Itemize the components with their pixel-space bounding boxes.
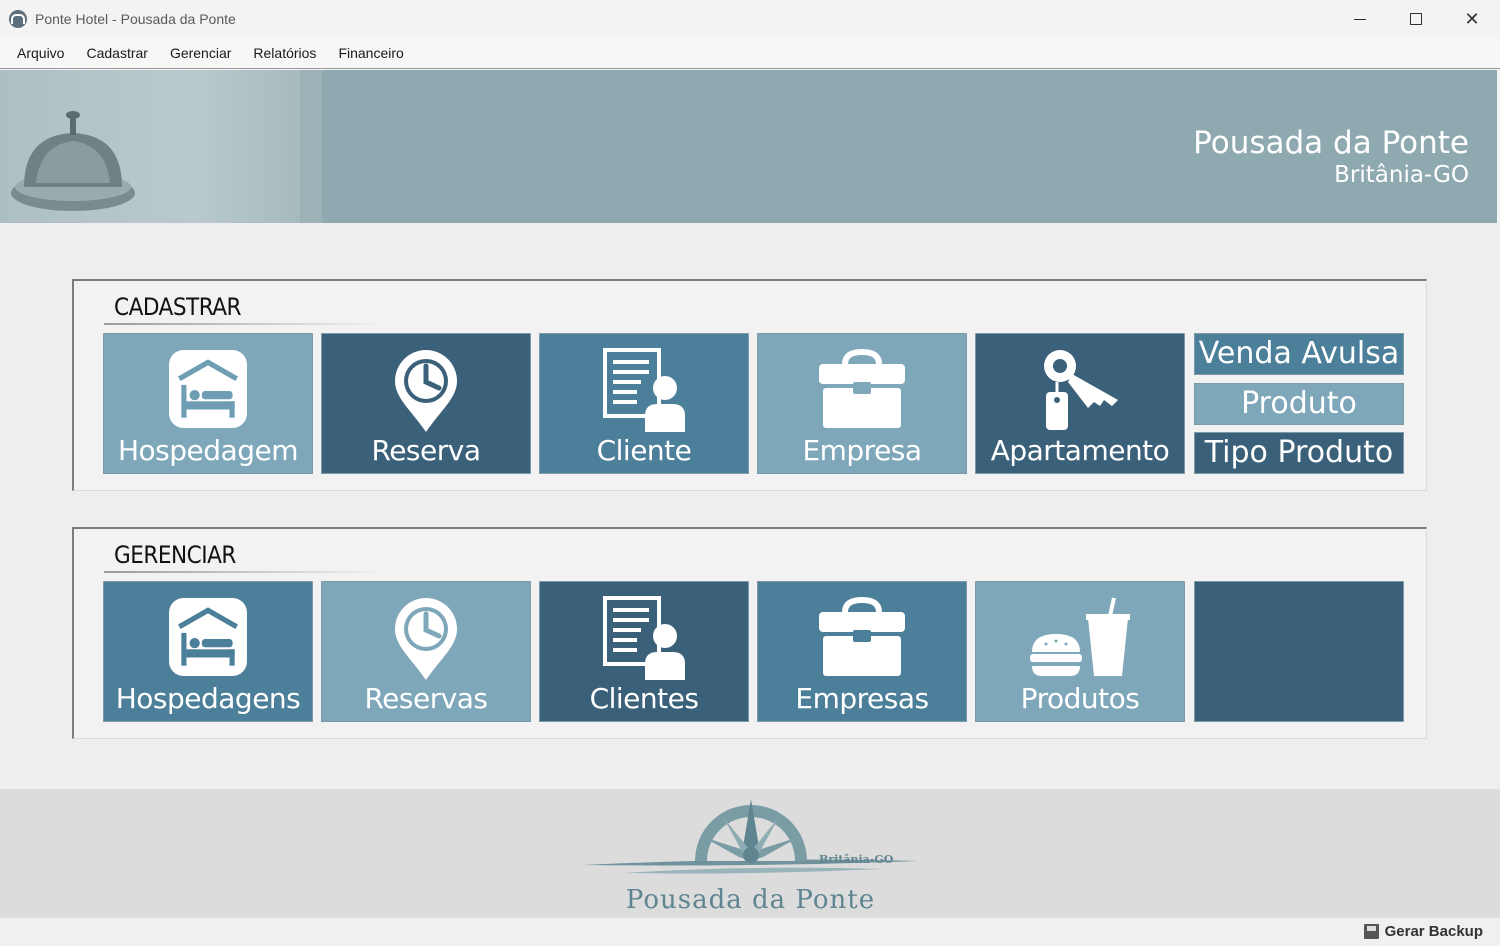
tile-produtos[interactable]: Produtos bbox=[975, 581, 1185, 722]
tile-reservas[interactable]: Reservas bbox=[321, 581, 531, 722]
briefcase-icon bbox=[819, 348, 905, 428]
briefcase-icon bbox=[819, 596, 905, 676]
pousada-logo: Britânia-GO Pousada da Ponte bbox=[583, 797, 918, 917]
key-icon bbox=[1044, 350, 1118, 430]
tile-label: Reserva bbox=[371, 434, 481, 467]
backup-label: Gerar Backup bbox=[1384, 923, 1483, 940]
tile-empresa[interactable]: Empresa bbox=[757, 333, 967, 474]
banner-photo bbox=[0, 70, 322, 223]
document-user-icon bbox=[603, 596, 685, 680]
clock-pin-icon bbox=[395, 350, 457, 432]
hotel-bell-icon bbox=[11, 111, 135, 211]
minimize-icon bbox=[1354, 18, 1366, 20]
tile-label: Apartamento bbox=[990, 434, 1170, 467]
tile-hospedagem[interactable]: Hospedagem bbox=[103, 333, 313, 474]
venda-avulsa-button[interactable]: Venda Avulsa bbox=[1194, 333, 1404, 375]
tile-clientes[interactable]: Clientes bbox=[539, 581, 749, 722]
tile-label: Produtos bbox=[1020, 682, 1140, 715]
minimize-button[interactable] bbox=[1332, 0, 1388, 38]
footer-logo-area: Britânia-GO Pousada da Ponte bbox=[0, 789, 1500, 918]
gerar-backup-button[interactable]: Gerar Backup bbox=[1363, 923, 1483, 940]
banner-city: Britânia-GO bbox=[1334, 162, 1469, 188]
tile-label: Hospedagem bbox=[118, 434, 298, 467]
tile-hospedagens[interactable]: Hospedagens bbox=[103, 581, 313, 722]
menu-gerenciar[interactable]: Gerenciar bbox=[159, 45, 242, 61]
tile-label: Empresas bbox=[795, 682, 929, 715]
tile-label: Reservas bbox=[364, 682, 488, 715]
tile-label: Empresa bbox=[802, 434, 922, 467]
cadastrar-title: CADASTRAR bbox=[114, 293, 242, 321]
menu-bar: Arquivo Cadastrar Gerenciar Relatórios F… bbox=[0, 38, 1500, 69]
tile-label: Hospedagens bbox=[115, 682, 301, 715]
compass-logo-icon bbox=[583, 799, 918, 874]
title-bar: Ponte Hotel - Pousada da Ponte ✕ bbox=[0, 0, 1500, 38]
tile-empty[interactable] bbox=[1194, 581, 1404, 722]
banner-title: Pousada da Ponte Britânia-GO bbox=[1193, 125, 1469, 189]
logo-name: Pousada da Ponte bbox=[625, 885, 876, 915]
banner-hotel-name: Pousada da Ponte bbox=[1193, 125, 1469, 161]
tile-apartamento[interactable]: Apartamento bbox=[975, 333, 1185, 474]
tile-label: Cliente bbox=[596, 434, 692, 467]
close-button[interactable]: ✕ bbox=[1444, 0, 1500, 38]
header-banner: Pousada da Ponte Britânia-GO bbox=[0, 70, 1497, 223]
status-bar: Gerar Backup bbox=[0, 918, 1500, 946]
menu-relatorios[interactable]: Relatórios bbox=[242, 45, 327, 61]
menu-financeiro[interactable]: Financeiro bbox=[327, 45, 414, 61]
close-icon: ✕ bbox=[1464, 8, 1480, 30]
produto-button[interactable]: Produto bbox=[1194, 383, 1404, 425]
save-disk-icon bbox=[1363, 924, 1379, 939]
menu-arquivo[interactable]: Arquivo bbox=[0, 45, 75, 61]
app-icon bbox=[9, 10, 27, 28]
bed-icon bbox=[169, 350, 247, 428]
maximize-button[interactable] bbox=[1388, 0, 1444, 38]
tile-cliente[interactable]: Cliente bbox=[539, 333, 749, 474]
tile-empresas[interactable]: Empresas bbox=[757, 581, 967, 722]
tile-reserva[interactable]: Reserva bbox=[321, 333, 531, 474]
gerenciar-panel: GERENCIAR Hospedagens Reservas Clientes … bbox=[72, 527, 1427, 739]
bed-icon bbox=[169, 598, 247, 676]
window-title: Ponte Hotel - Pousada da Ponte bbox=[35, 11, 236, 27]
maximize-icon bbox=[1410, 13, 1422, 25]
main-content: CADASTRAR Hospedagem Reserva Cliente Emp… bbox=[0, 223, 1500, 789]
cadastrar-panel: CADASTRAR Hospedagem Reserva Cliente Emp… bbox=[72, 279, 1427, 491]
gerenciar-title: GERENCIAR bbox=[114, 541, 236, 569]
menu-cadastrar[interactable]: Cadastrar bbox=[75, 45, 158, 61]
window-controls: ✕ bbox=[1332, 0, 1500, 38]
document-user-icon bbox=[603, 348, 685, 432]
clock-pin-icon bbox=[395, 598, 457, 680]
tipo-produto-button[interactable]: Tipo Produto bbox=[1194, 432, 1404, 474]
tile-label: Clientes bbox=[589, 682, 699, 715]
burger-drink-icon bbox=[1030, 597, 1130, 676]
logo-city: Britânia-GO bbox=[819, 853, 894, 866]
